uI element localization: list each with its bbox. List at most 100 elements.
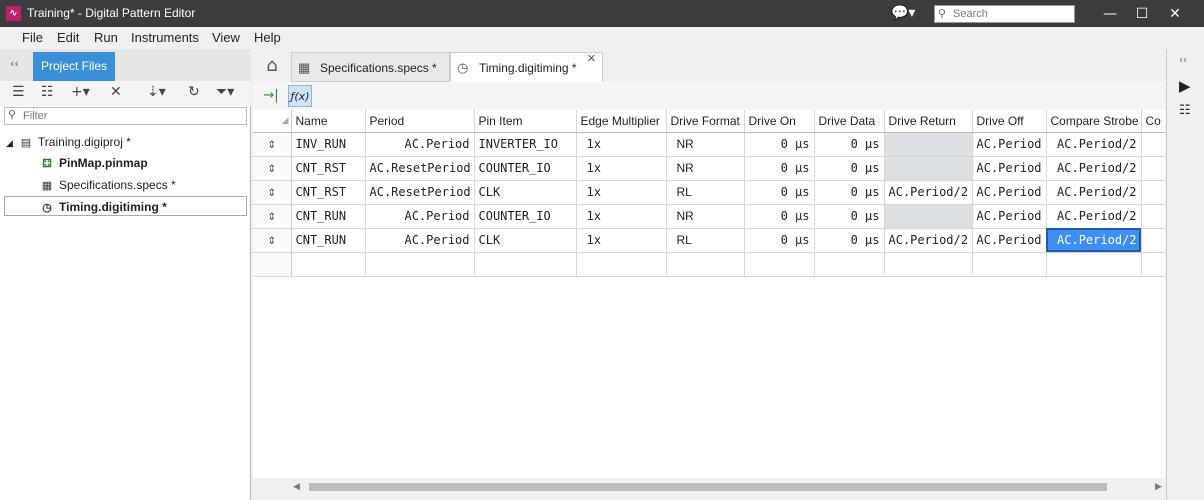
expand-all-icon[interactable]: ☷ [41, 84, 54, 100]
new-row-cell[interactable] [744, 252, 815, 277]
cell-period[interactable]: AC.ResetPeriod [365, 180, 475, 205]
run-icon[interactable]: ▶ [1179, 77, 1191, 95]
menu-run[interactable]: Run [94, 30, 118, 45]
cell-name[interactable]: CNT_RUN [291, 228, 366, 253]
cell-drive-data[interactable]: 0 µs [814, 156, 885, 181]
new-row-cell[interactable] [1046, 252, 1142, 277]
new-row-cell[interactable] [972, 252, 1047, 277]
close-tab-icon[interactable]: ✕ [587, 44, 596, 74]
new-row-cell[interactable] [666, 252, 745, 277]
new-row-cell[interactable] [365, 252, 475, 277]
column-header-drive-format[interactable]: Drive Format [666, 110, 745, 133]
expand-arrow-icon[interactable]: ◢ [6, 138, 13, 148]
cell-compare-strobe[interactable]: AC.Period/2 [1046, 132, 1142, 157]
cell-drive-on[interactable]: 0 µs [744, 156, 815, 181]
go-to-icon[interactable]: →| [261, 85, 281, 107]
new-row-cell[interactable] [474, 252, 577, 277]
new-row-cell[interactable] [884, 252, 973, 277]
column-header-drive-data[interactable]: Drive Data [814, 110, 885, 133]
column-header-name[interactable]: Name [291, 110, 366, 133]
cell-drive-return[interactable]: AC.Period/2 [884, 180, 973, 205]
cell-pin-item[interactable]: CLK [474, 180, 577, 205]
scrollbar-thumb[interactable] [309, 483, 1107, 491]
tree-item-project[interactable]: ◢ ▤ Training.digiproj * [6, 132, 131, 152]
row-drag-handle-icon[interactable]: ⇕ [253, 156, 292, 181]
add-icon[interactable]: +▾ [71, 84, 90, 100]
cell-period[interactable]: AC.Period [365, 132, 475, 157]
tree-item-timing[interactable]: ◷ Timing.digitiming * [4, 196, 247, 216]
column-header-pin-item[interactable]: Pin Item [474, 110, 577, 133]
cell-edge-multiplier[interactable]: 1x [576, 228, 667, 253]
cell-name[interactable]: INV_RUN [291, 132, 366, 157]
cell-edge-multiplier[interactable]: 1x [576, 204, 667, 229]
cell-period[interactable]: AC.Period [365, 204, 475, 229]
collapse-panel-icon[interactable]: ‹‹ [10, 57, 19, 70]
maximize-button[interactable]: ☐ [1127, 3, 1157, 25]
cell-overflow[interactable] [1141, 180, 1165, 205]
formula-icon[interactable]: ƒ(x) [288, 85, 312, 107]
cell-drive-format[interactable]: RL [666, 228, 745, 253]
cell-compare-strobe[interactable]: AC.Period/2 [1046, 180, 1142, 205]
remove-icon[interactable]: ✕ [110, 84, 122, 100]
cell-drive-data[interactable]: 0 µs [814, 228, 885, 253]
cell-overflow[interactable] [1141, 156, 1165, 181]
row-drag-handle-icon[interactable]: ⇕ [253, 132, 292, 157]
scroll-left-icon[interactable]: ◀ [293, 482, 300, 492]
cell-pin-item[interactable]: INVERTER_IO [474, 132, 577, 157]
cell-drive-off[interactable]: AC.Period [972, 156, 1047, 181]
feedback-icon[interactable]: 💬▾ [891, 5, 917, 23]
new-row-cell[interactable] [1141, 252, 1165, 277]
cell-edge-multiplier[interactable]: 1x [576, 156, 667, 181]
menu-edit[interactable]: Edit [57, 30, 79, 45]
collapse-right-icon[interactable]: ‹‹ [1179, 55, 1187, 66]
cell-overflow[interactable] [1141, 204, 1165, 229]
minimize-button[interactable]: — [1095, 3, 1125, 25]
new-row-cell[interactable] [576, 252, 667, 277]
filter-box[interactable]: ⚲ [4, 107, 247, 125]
cell-drive-off[interactable]: AC.Period [972, 204, 1047, 229]
cell-drive-on[interactable]: 0 µs [744, 180, 815, 205]
column-header-compare-more[interactable]: Co [1141, 110, 1165, 133]
menu-help[interactable]: Help [254, 30, 281, 45]
cell-overflow[interactable] [1141, 132, 1165, 157]
horizontal-scrollbar[interactable]: ◀ ▶ [253, 478, 1165, 498]
cell-drive-off[interactable]: AC.Period [972, 132, 1047, 157]
filter-input[interactable] [23, 109, 243, 123]
new-row-cell[interactable] [814, 252, 885, 277]
cell-drive-on[interactable]: 0 µs [744, 204, 815, 229]
new-row-cell[interactable] [291, 252, 366, 277]
tab-timing[interactable]: ◷ Timing.digitiming * ✕ [450, 52, 603, 82]
row-drag-handle-icon[interactable]: ⇕ [253, 204, 292, 229]
filter-icon[interactable]: ⏷▾ [216, 84, 234, 100]
cell-drive-format[interactable]: NR [666, 132, 745, 157]
tab-specifications[interactable]: ▦ Specifications.specs * [291, 52, 450, 82]
scroll-right-icon[interactable]: ▶ [1155, 482, 1162, 492]
refresh-icon[interactable]: ↻ [188, 84, 200, 100]
search-input[interactable] [953, 7, 1071, 21]
close-button[interactable]: ✕ [1160, 3, 1190, 25]
cell-overflow[interactable] [1141, 228, 1165, 253]
cell-drive-format[interactable]: NR [666, 204, 745, 229]
cell-drive-format[interactable]: RL [666, 180, 745, 205]
menu-file[interactable]: File [22, 30, 43, 45]
column-header-drive-return[interactable]: Drive Return [884, 110, 973, 133]
cell-period[interactable]: AC.ResetPeriod [365, 156, 475, 181]
cell-name[interactable]: CNT_RST [291, 156, 366, 181]
column-header-edge-multiplier[interactable]: Edge Multiplier [576, 110, 667, 133]
cell-compare-strobe[interactable]: AC.Period/2 [1046, 204, 1142, 229]
cell-drive-off[interactable]: AC.Period [972, 180, 1047, 205]
collapse-all-icon[interactable]: ☰ [12, 84, 25, 100]
cell-name[interactable]: CNT_RST [291, 180, 366, 205]
column-header-drive-on[interactable]: Drive On [744, 110, 815, 133]
sort-icon[interactable]: ⇣▾ [147, 84, 166, 100]
cell-pin-item[interactable]: COUNTER_IO [474, 156, 577, 181]
cell-pin-item[interactable]: CLK [474, 228, 577, 253]
tab-project-files[interactable]: Project Files [33, 52, 115, 81]
tree-item-pinmap[interactable]: ⚃ PinMap.pinmap [40, 153, 147, 173]
home-icon[interactable]: ⌂ [257, 52, 287, 82]
menu-view[interactable]: View [212, 30, 240, 45]
cell-compare-strobe-selected[interactable]: AC.Period/2 [1046, 228, 1142, 253]
row-drag-handle-icon[interactable]: ⇕ [253, 228, 292, 253]
properties-icon[interactable]: ☷ [1179, 103, 1191, 118]
select-all-corner[interactable]: ◢ [253, 110, 292, 133]
